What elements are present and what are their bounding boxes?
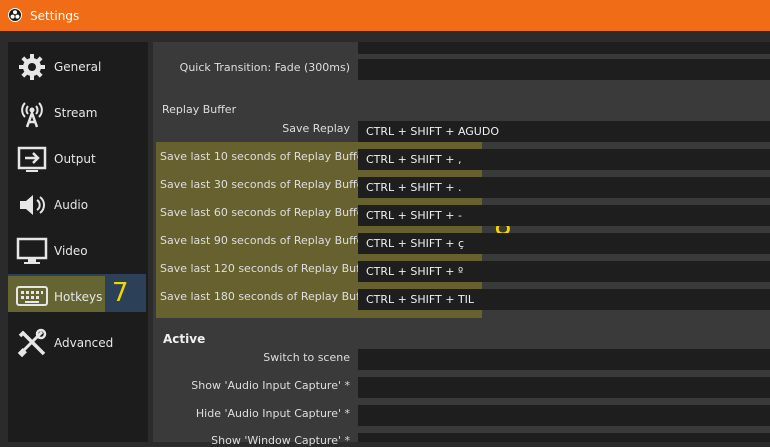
sidebar-item-label: Audio xyxy=(54,198,89,212)
save-replay-label: Save Replay xyxy=(282,122,350,135)
hide-audio-input-hotkey-field[interactable] xyxy=(358,405,770,426)
speaker-icon xyxy=(20,195,45,215)
tools-icon xyxy=(17,328,47,358)
sidebar-item-label: General xyxy=(54,60,102,74)
sidebar-item-output[interactable]: Output xyxy=(8,140,146,178)
show-audio-input-hotkey-field[interactable] xyxy=(358,377,770,398)
replay-buffer-section-title: Replay Buffer xyxy=(162,103,237,116)
hide-audio-input-label: Hide 'Audio Input Capture' * xyxy=(195,407,350,420)
replay-180s-label: Save last 180 seconds of Replay Buffer xyxy=(160,290,375,303)
replay-120s-label: Save last 120 seconds of Replay Buffer xyxy=(160,262,375,275)
gear-icon xyxy=(19,54,45,80)
show-window-capture-label: Show 'Window Capture' * xyxy=(211,434,350,447)
sidebar-item-video[interactable]: Video xyxy=(8,232,146,270)
quick-transition-hotkey-field[interactable] xyxy=(358,59,770,80)
keyboard-icon xyxy=(16,286,48,306)
sidebar-item-label: Advanced xyxy=(54,336,114,350)
sidebar-item-advanced[interactable]: Advanced xyxy=(8,324,146,362)
hotkey-field-above[interactable] xyxy=(358,42,770,54)
sidebar-item-hotkeys[interactable]: Hotkeys 7 xyxy=(8,274,146,312)
window-title: Settings xyxy=(30,9,80,23)
replay-60s-hotkey-field[interactable]: CTRL + SHIFT + - xyxy=(358,205,770,226)
output-icon xyxy=(17,146,47,172)
replay-90s-label: Save last 90 seconds of Replay Buffer xyxy=(160,234,368,247)
replay-60s-label: Save last 60 seconds of Replay Buffer xyxy=(160,206,368,219)
save-replay-hotkey-field[interactable]: CTRL + SHIFT + AGUDO xyxy=(358,121,770,142)
replay-180s-hotkey-field[interactable]: CTRL + SHIFT + TIL xyxy=(358,289,770,310)
obs-logo-icon xyxy=(8,8,22,22)
annotation-badge: 7 xyxy=(112,278,129,308)
switch-to-scene-hotkey-field[interactable] xyxy=(358,349,770,370)
replay-10s-label: Save last 10 seconds of Replay Buffer xyxy=(160,150,368,163)
switch-to-scene-label: Switch to scene xyxy=(263,351,350,364)
sidebar-item-label: Hotkeys xyxy=(54,290,103,304)
broadcast-icon xyxy=(21,102,43,128)
sidebar-item-general[interactable]: General xyxy=(8,48,146,86)
replay-90s-hotkey-field[interactable]: CTRL + SHIFT + ç xyxy=(358,233,770,254)
active-section-title: Active xyxy=(163,332,206,346)
show-window-capture-hotkey-field[interactable] xyxy=(358,433,770,442)
settings-sidebar: General Stream Output Audio Video Hotkey… xyxy=(8,42,148,442)
show-audio-input-label: Show 'Audio Input Capture' * xyxy=(191,379,350,392)
sidebar-item-audio[interactable]: Audio xyxy=(8,186,146,224)
replay-120s-hotkey-field[interactable]: CTRL + SHIFT + º xyxy=(358,261,770,282)
sidebar-item-label: Stream xyxy=(54,106,98,120)
replay-30s-hotkey-field[interactable]: CTRL + SHIFT + . xyxy=(358,177,770,198)
title-bar: Settings xyxy=(0,0,770,31)
sidebar-item-label: Video xyxy=(54,244,88,258)
quick-transition-label: Quick Transition: Fade (300ms) xyxy=(179,61,350,74)
monitor-icon xyxy=(16,237,48,264)
sidebar-item-label: Output xyxy=(54,152,96,166)
sidebar-item-stream[interactable]: Stream xyxy=(8,94,146,132)
replay-30s-label: Save last 30 seconds of Replay Buffer xyxy=(160,178,368,191)
replay-10s-hotkey-field[interactable]: CTRL + SHIFT + , xyxy=(358,149,770,170)
